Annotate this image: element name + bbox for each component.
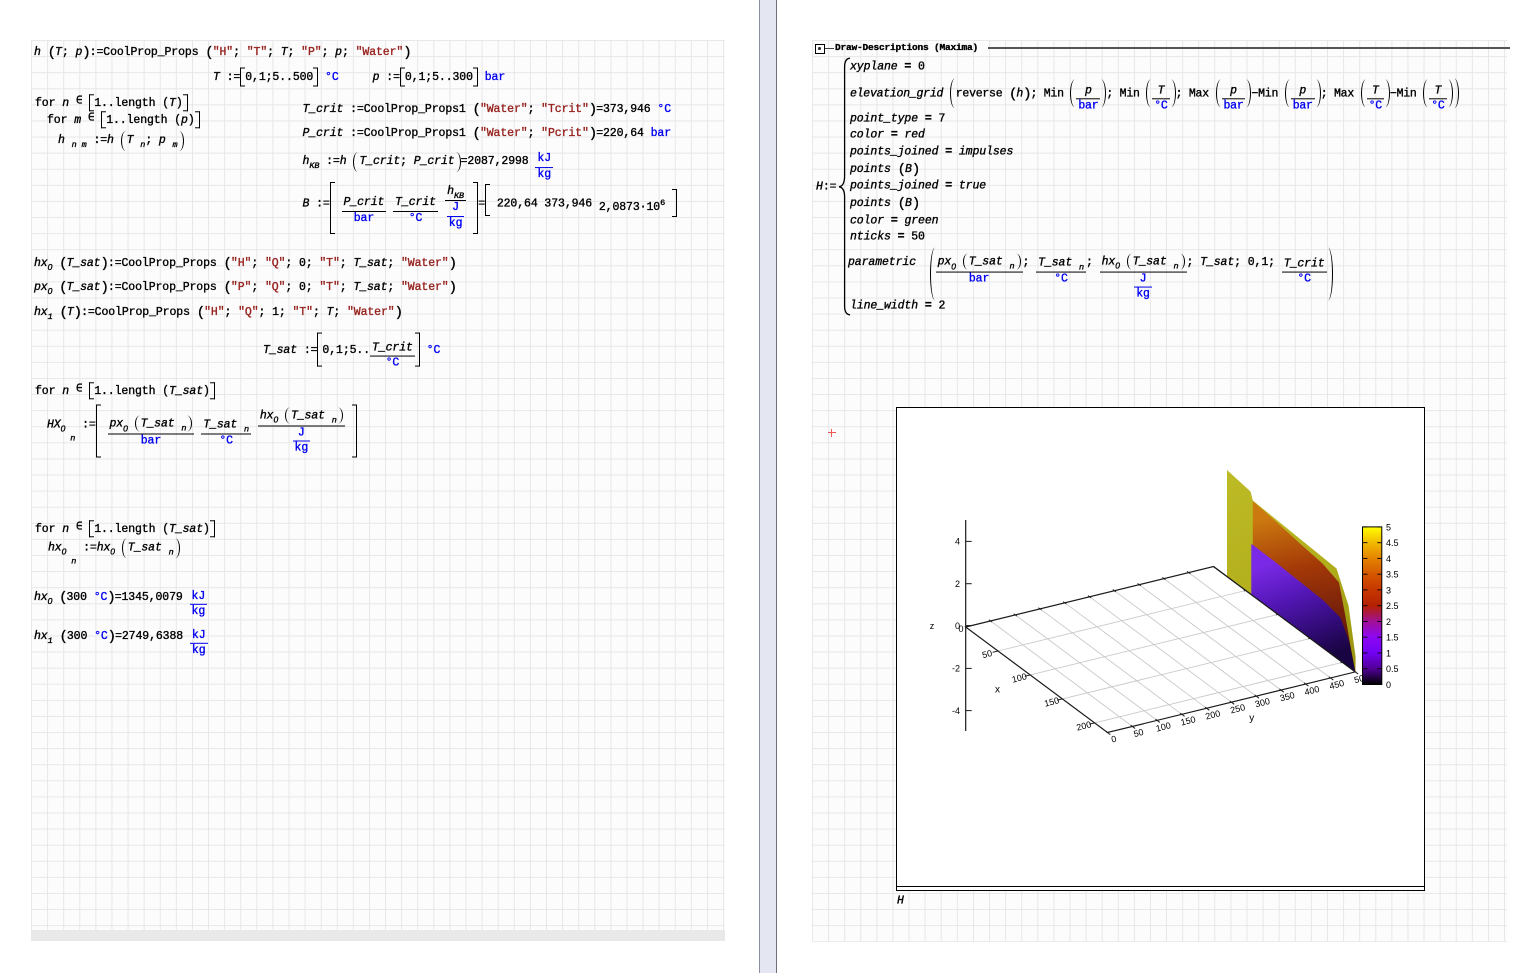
svg-text:-4: -4 [952, 706, 960, 716]
svg-text:3.5: 3.5 [1386, 570, 1399, 580]
svg-text:2: 2 [955, 579, 960, 589]
svg-text:x: x [995, 685, 1000, 696]
svg-text:y: y [1249, 713, 1254, 724]
svg-text:-2: -2 [952, 664, 960, 674]
svg-text:1.5: 1.5 [1386, 633, 1399, 643]
svg-text:5: 5 [1386, 522, 1391, 532]
svg-text:3: 3 [1386, 585, 1391, 595]
svg-text:z: z [930, 621, 935, 631]
svg-text:2.5: 2.5 [1386, 601, 1399, 611]
svg-text:4: 4 [1386, 554, 1391, 564]
svg-text:0: 0 [1386, 680, 1391, 690]
svg-text:0.5: 0.5 [1386, 664, 1399, 674]
svg-text:1: 1 [1386, 648, 1391, 658]
svg-text:0: 0 [958, 624, 963, 634]
svg-text:2: 2 [1386, 617, 1391, 627]
svg-text:4: 4 [955, 537, 960, 547]
svg-text:4.5: 4.5 [1386, 538, 1399, 548]
